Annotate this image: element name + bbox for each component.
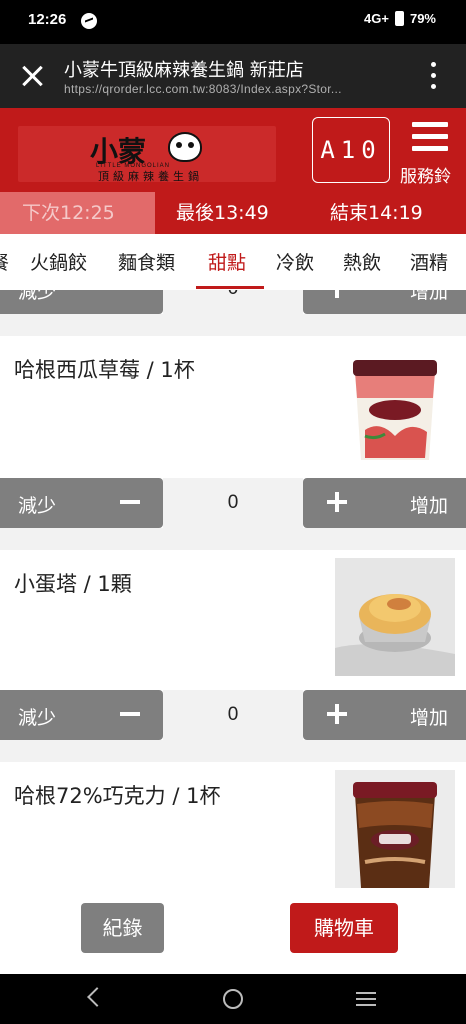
product-card: 小蛋塔 / 1顆 <box>0 550 466 690</box>
tab-dumplings[interactable]: 火鍋餃 <box>30 248 87 275</box>
bottom-action-bar: 紀錄 購物車 <box>0 894 466 974</box>
end-time: 結束14:19 <box>330 202 423 224</box>
recent-apps-icon[interactable] <box>356 992 376 1006</box>
item-separator <box>0 528 466 550</box>
increase-label: 增加 <box>409 707 448 729</box>
product-name: 小蛋塔 / 1顆 <box>14 572 132 596</box>
decrease-label: 減少 <box>18 707 57 729</box>
status-icons: 4G+ 79% <box>364 11 436 26</box>
increase-label: 增加 <box>409 290 448 303</box>
restaurant-header: 小蒙 LITTLE MONGOLIAN 頂級麻辣養生鍋 <box>0 108 466 192</box>
table-number: A10 <box>312 117 390 183</box>
haagen-dazs-chocolate-image <box>335 770 455 888</box>
plus-icon <box>327 492 347 512</box>
battery-level: 79% <box>409 11 436 26</box>
product-card: 哈根西瓜草莓 / 1杯 <box>0 336 466 478</box>
status-time: 12:26 <box>28 11 67 28</box>
logo-subtitle: 頂級麻辣養生鍋 <box>98 170 203 183</box>
decrease-button[interactable]: 減少 <box>0 690 163 740</box>
increase-button[interactable]: 增加 <box>303 290 466 314</box>
plus-icon <box>327 704 347 724</box>
order-history-button[interactable]: 紀錄 <box>81 903 164 953</box>
shopping-cart-button[interactable]: 購物車 <box>290 903 398 953</box>
next-order-time: 下次12:25 <box>0 192 155 234</box>
network-type: 4G+ <box>364 11 389 26</box>
product-card: 哈根72%巧克力 / 1杯 <box>0 762 466 894</box>
hamburger-menu-icon <box>412 122 448 152</box>
increase-button[interactable]: 增加 <box>303 690 466 740</box>
last-order-time: 最後13:49 <box>176 202 269 224</box>
tab-alcohol[interactable]: 酒精 <box>410 248 448 275</box>
haagen-dazs-watermelon-image <box>335 350 455 468</box>
quantity-control: 減少 0 增加 <box>0 690 466 740</box>
product-name: 哈根72%巧克力 / 1杯 <box>14 784 221 808</box>
tab-noodles[interactable]: 麵食類 <box>118 248 175 275</box>
tab-cold-drinks[interactable]: 冷飲 <box>276 248 314 275</box>
minus-icon <box>120 500 140 504</box>
service-bell-button[interactable]: 服務鈴 <box>400 118 462 188</box>
product-list: 減少 0 增加 哈根西瓜草莓 / 1杯 減少 0 增加 <box>0 290 466 894</box>
home-icon[interactable] <box>223 989 243 1009</box>
plus-icon <box>327 290 347 298</box>
item-separator <box>0 314 466 336</box>
restaurant-logo: 小蒙 LITTLE MONGOLIAN 頂級麻辣養生鍋 <box>18 126 276 183</box>
browser-title: 小蒙牛頂級麻辣養生鍋 新莊店 <box>64 60 304 81</box>
cow-mascot-icon <box>168 132 202 162</box>
status-bar: 12:26 4G+ 79% <box>0 0 466 44</box>
active-tab-indicator <box>196 286 264 289</box>
browser-url[interactable]: https://qrorder.lcc.com.tw:8083/Index.as… <box>64 82 342 96</box>
quantity-value[interactable]: 0 <box>163 478 303 528</box>
order-time-bar: 下次12:25 最後13:49 結束14:19 <box>0 192 466 234</box>
quantity-control: 減少 0 增加 <box>0 290 466 314</box>
increase-button[interactable]: 增加 <box>303 478 466 528</box>
increase-label: 增加 <box>409 495 448 517</box>
tab-partial[interactable]: 餐 <box>0 248 9 275</box>
decrease-label: 減少 <box>18 290 57 303</box>
egg-tart-image <box>335 558 455 676</box>
system-nav-bar <box>0 974 466 1024</box>
battery-icon <box>394 11 404 26</box>
more-options-icon[interactable] <box>428 62 438 90</box>
quantity-control: 減少 0 增加 <box>0 478 466 528</box>
item-separator <box>0 740 466 762</box>
back-icon[interactable] <box>87 987 107 1007</box>
quantity-value[interactable]: 0 <box>163 690 303 740</box>
tab-desserts[interactable]: 甜點 <box>208 248 246 275</box>
product-name: 哈根西瓜草莓 / 1杯 <box>14 358 195 382</box>
browser-toolbar: 小蒙牛頂級麻辣養生鍋 新莊店 https://qrorder.lcc.com.t… <box>0 44 466 108</box>
messenger-icon <box>81 13 97 29</box>
service-bell-label: 服務鈴 <box>400 167 451 187</box>
quantity-value[interactable]: 0 <box>163 290 303 314</box>
tab-hot-drinks[interactable]: 熱飲 <box>343 248 381 275</box>
decrease-button[interactable]: 減少 <box>0 290 163 314</box>
category-tabs: 餐 火鍋餃 麵食類 甜點 冷飲 熱飲 酒精 <box>0 234 466 290</box>
minus-icon <box>120 712 140 716</box>
close-icon[interactable] <box>18 62 46 90</box>
decrease-button[interactable]: 減少 <box>0 478 163 528</box>
decrease-label: 減少 <box>18 495 57 517</box>
